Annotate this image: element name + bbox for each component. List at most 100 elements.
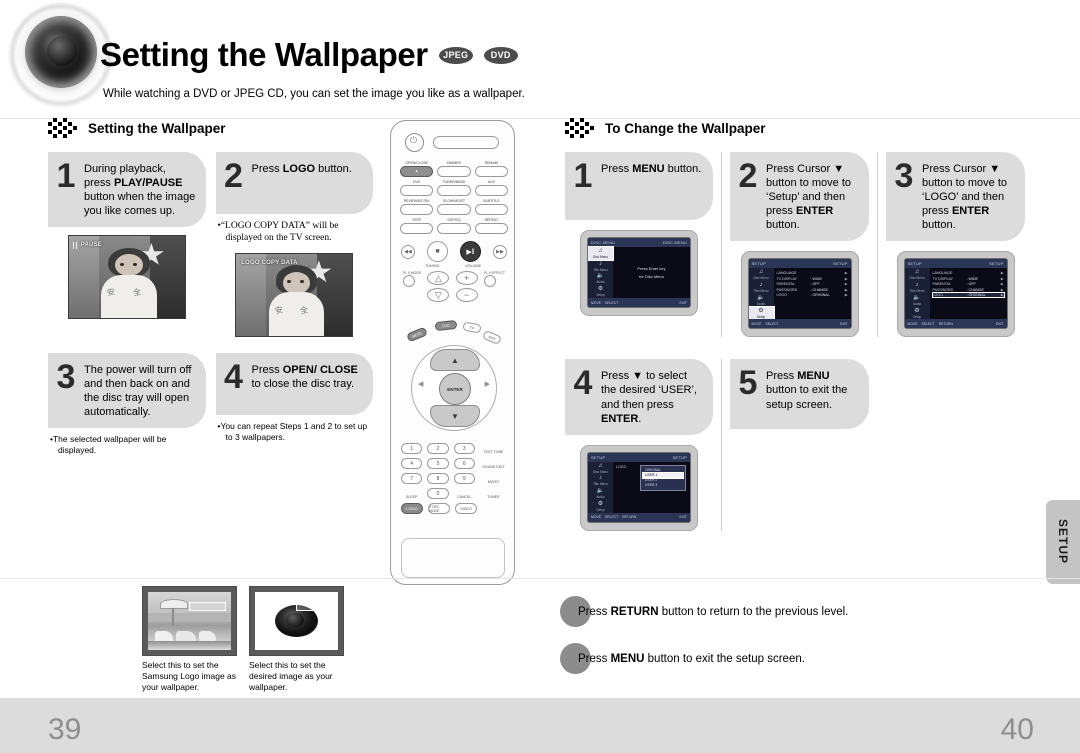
- page-number-left: 39: [48, 713, 82, 746]
- remote-key-step: STEP: [400, 218, 434, 234]
- volume-label: VOLUME: [465, 264, 482, 268]
- remote-key-aux: AUX: [474, 180, 508, 196]
- change-step-3-number: 3: [894, 157, 914, 195]
- step-4: 4 Press OPEN/ CLOSE to close the disc tr…: [215, 352, 373, 461]
- note-menu: Press MENU button to exit the setup scre…: [560, 643, 1030, 674]
- tuning-label: TUNING: [425, 264, 440, 268]
- thumbnail-1-caption: Select this to set the Samsung Logo imag…: [142, 660, 237, 692]
- remote-key-cursor-down: ▼: [430, 405, 480, 427]
- tv-screen-logo-submenu: SETUP SETUP ♫ Disc Menu ♪ Title Menu 🔈 Audi…: [580, 444, 698, 531]
- wallpaper-thumbnails: Select this to set the Samsung Logo imag…: [142, 586, 344, 693]
- remote-key-1: 1: [401, 443, 423, 454]
- step-2-number: 2: [224, 157, 243, 195]
- change-step-2-number: 2: [738, 157, 758, 195]
- change-step-4: 4 Press ▼ to select the desired ‘USER’, …: [565, 359, 713, 531]
- remote-transport-row: ◀◀ ■ ▶‖ ▶▶: [401, 241, 507, 262]
- remote-key-slow: SLOW/MO/ST: [437, 199, 471, 215]
- right-column: To Change the Wallpaper 1 Press MENU but…: [565, 118, 1035, 531]
- remote-key-review: REVIEW/NT-PAL: [400, 199, 434, 215]
- tuner-label: TUNER: [487, 495, 500, 499]
- manual-page: Setting the Wallpaper JPEG DVD While wat…: [0, 0, 1080, 753]
- change-step-4-number: 4: [573, 364, 593, 403]
- change-step-3-text: Press Cursor ▼ button to move to ‘LOGO’ …: [922, 163, 1007, 232]
- bottom-area: Select this to set the Samsung Logo imag…: [0, 578, 1080, 698]
- footer-notes: Press RETURN button to return to the pre…: [560, 596, 1030, 690]
- remote-key-2: 2: [427, 443, 449, 454]
- step-2-screen: 安全 LOGO COPY DATA: [216, 252, 374, 337]
- thumbnail-custom-image: Select this to set the desired image as …: [249, 586, 344, 693]
- remote-key-dsp-eq: DSP/EQ: [437, 218, 471, 234]
- page-footer-band: [0, 698, 1080, 753]
- step-3: 3 The power will turn off and then back …: [48, 352, 206, 461]
- remote-key-stop: ■: [427, 241, 448, 262]
- right-section-title: To Change the Wallpaper: [605, 120, 766, 136]
- mo-st-label: MO/ST: [487, 480, 500, 484]
- remote-key-next: ▶▶: [493, 244, 507, 259]
- step-3-text: The power will turn off and then back on…: [84, 363, 192, 418]
- change-step-4-text: Press ▼ to select the desired ‘USER’, an…: [601, 370, 697, 425]
- step-2-note: “LOGO COPY DATA” will be displayed on th…: [218, 220, 374, 245]
- page-title: Setting the Wallpaper: [100, 36, 428, 73]
- remote-key-prev: ◀◀: [401, 244, 415, 259]
- remote-key-dvd-mode: DVD: [434, 319, 458, 332]
- osd-pause-label: PAUSE: [80, 242, 102, 249]
- remote-key-dimmer: DIMMER: [437, 161, 471, 177]
- change-step-3: 3 Press Cursor ▼ button to move to ‘LOGO…: [877, 152, 1025, 338]
- remote-key-dvd: DVD: [400, 180, 434, 196]
- right-steps-row-1: 1 Press MENU button. DISC MENU DISC MENU: [565, 152, 1035, 338]
- step-3-number: 3: [56, 357, 76, 396]
- remote-key-7: 7: [401, 473, 423, 484]
- plii-effect-label: PL II EFFECT: [484, 271, 505, 275]
- remote-key-6: 6: [453, 458, 475, 469]
- thumbnail-samsung-logo: Select this to set the Samsung Logo imag…: [142, 586, 237, 693]
- step-3-note: The selected wallpaper will be displayed…: [50, 434, 206, 456]
- note-menu-text: Press MENU button to exit the setup scre…: [578, 652, 805, 665]
- setup-side-tab[interactable]: SETUP: [1046, 500, 1080, 584]
- change-step-5-number: 5: [738, 364, 758, 403]
- remote-bottom-panel: [401, 538, 505, 578]
- remote-key-subtitle: SUBTITLE: [474, 199, 508, 215]
- step-1-text: During playback, press PLAY/PAUSE button…: [84, 163, 196, 218]
- thumbnail-2-caption: Select this to set the desired image as …: [249, 660, 333, 692]
- change-step-5-text: Press MENU button to exit the setup scre…: [766, 370, 848, 411]
- note-return: Press RETURN button to return to the pre…: [560, 596, 1030, 627]
- remote-key-9: 9: [453, 473, 475, 484]
- sleep-label: SLEEP: [405, 495, 418, 499]
- cancel-label: CANCEL: [457, 495, 472, 499]
- remote-key-8: 8: [427, 473, 449, 484]
- remote-key-open-close: OPEN/CLOSE ▲: [400, 161, 434, 177]
- change-step-2-text: Press Cursor ▼ button to move to ‘Setup’…: [766, 163, 851, 232]
- badge-dvd: DVD: [483, 46, 518, 64]
- remote-key-4: 4: [401, 458, 423, 469]
- change-step-2: 2 Press Cursor ▼ button to move to ‘Setu…: [721, 152, 869, 338]
- page-header: Setting the Wallpaper JPEG DVD While wat…: [0, 0, 1080, 118]
- tv-screen-logo-selected: SETUP SETUP ♫ Disc Menu ♪ Title Menu 🔈 Audi…: [896, 251, 1015, 338]
- step-1: 1 During playback, press PLAY/PAUSE butt…: [48, 152, 206, 337]
- remote-key-plii-effect: [484, 275, 496, 287]
- change-step-5: 5 Press MENU button to exit the setup sc…: [721, 359, 869, 531]
- right-steps-row-2: 4 Press ▼ to select the desired ‘USER’, …: [565, 359, 1035, 531]
- thumbnail-highlight-box-2: [295, 601, 334, 612]
- remote-key-repeat: REPEAT: [474, 218, 508, 234]
- remote-key-cursor-left: ◀: [418, 381, 424, 388]
- step-1-screen: 安全 PAUSE: [48, 235, 206, 320]
- sound-edit-label: SOUND EDIT: [482, 465, 505, 469]
- remote-navigation-ring: ▲ ◀ ▶ ENTER ▼: [411, 345, 497, 431]
- left-steps-row-2: 3 The power will turn off and then back …: [48, 352, 373, 461]
- left-section-heading: Setting the Wallpaper: [48, 118, 373, 138]
- title-row: Setting the Wallpaper JPEG DVD: [100, 36, 518, 74]
- checker-arrow-icon-2: [565, 118, 595, 138]
- right-section-heading: To Change the Wallpaper: [565, 118, 1035, 138]
- remote-key-video: VIDEO: [455, 503, 477, 514]
- remote-key-cursor-up: ▲: [430, 349, 480, 371]
- remote-key-remain: REMAIN: [474, 161, 508, 177]
- remote-key-cursor-right: ▶: [484, 381, 490, 388]
- middle-column: OPEN/CLOSE ▲ DIMMER REMAIN DVD: [390, 120, 515, 585]
- tv-screen-setup-menu: SETUP SETUP ♫ Disc Menu ♪ Title Menu 🔈 Audi…: [740, 251, 859, 338]
- left-section-title: Setting the Wallpaper: [88, 120, 226, 136]
- remote-key-play-pause: ▶‖: [460, 241, 481, 262]
- note-return-text: Press RETURN button to return to the pre…: [578, 605, 849, 618]
- osd-logo-copy-data-label: LOGO COPY DATA: [241, 259, 298, 266]
- change-step-1-text: Press MENU button.: [601, 163, 702, 175]
- remote-volume-pad: + −: [455, 271, 478, 302]
